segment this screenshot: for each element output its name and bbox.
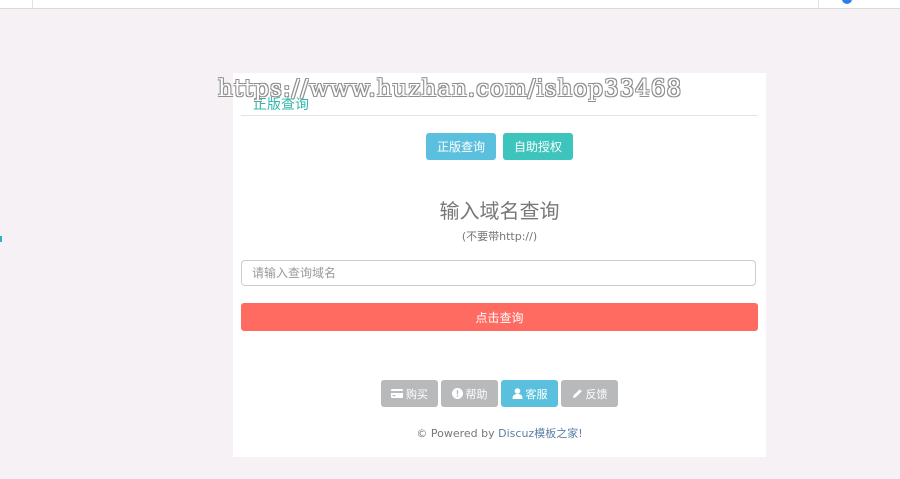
page-heading: 输入域名查询 [439,199,560,223]
page-subheading: (不要带http://) [461,230,538,243]
buy-label: 购买 [406,387,428,401]
feedback-button[interactable]: 反馈 [561,380,618,407]
feedback-label: 反馈 [585,387,608,401]
powered-prefix: © Powered by [416,427,499,440]
powered-link[interactable]: Discuz模板之家! [498,427,582,440]
watermark-text: https://www.huzhan.com/ishop33468 [218,76,683,102]
toolbar-separator [818,0,819,8]
domain-input[interactable] [241,260,756,286]
tab-genuine-query[interactable]: 正版查询 [426,133,496,160]
help-label: 帮助 [465,387,488,401]
card-icon [391,389,403,398]
query-panel: 正版查询 正版查询 自助授权 输入域名查询 (不要带http://) 点击查询 … [233,73,766,457]
profile-icon[interactable] [842,0,852,4]
powered-by: © Powered by Discuz模板之家! [233,425,766,441]
buy-button[interactable]: 购买 [381,380,438,407]
toolbar-separator [32,0,33,8]
info-icon [451,388,463,399]
query-button[interactable]: 点击查询 [241,303,758,331]
user-icon [512,388,523,399]
pencil-icon [572,388,583,399]
edge-marker [0,236,2,242]
customer-service-label: 客服 [525,387,548,401]
tab-self-authorize[interactable]: 自助授权 [503,133,573,160]
title-divider [241,115,758,116]
help-button[interactable]: 帮助 [441,380,498,407]
customer-service-button[interactable]: 客服 [501,380,558,407]
browser-top-bar [0,0,900,9]
